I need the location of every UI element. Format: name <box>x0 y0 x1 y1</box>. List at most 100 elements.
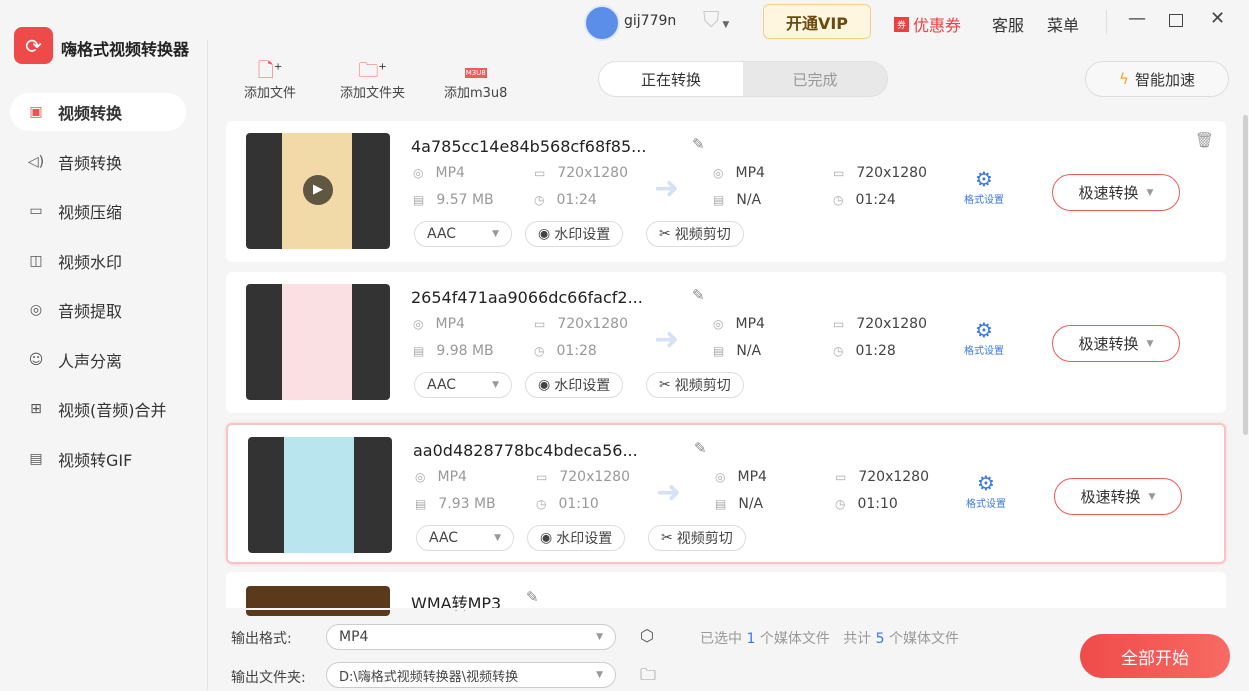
output-format-select[interactable]: MP4 ▼ <box>326 624 616 650</box>
service-link[interactable]: 客服 <box>992 12 1024 36</box>
sidebar-item-1[interactable]: ◁) 音频转换 <box>10 143 186 181</box>
fast-convert-button[interactable]: 极速转换 ▼ <box>1052 174 1180 211</box>
audio-icon: ◁) <box>27 153 45 170</box>
cut-button[interactable]: ✂ 视频剪切 <box>646 372 744 398</box>
watermark-icon: ◉ <box>538 226 551 242</box>
video-thumbnail[interactable] <box>246 586 390 616</box>
file-card[interactable]: WMA转MP3 ✎ <box>226 572 1226 616</box>
file-card[interactable]: 2654f471aa9066dc66facf2... ✎ ◎ MP4 ▭ 720x1… <box>226 272 1226 413</box>
scrollbar[interactable] <box>1243 115 1248 435</box>
add-m3u8-label: 添加m3u8 <box>444 86 508 101</box>
fast-convert-button[interactable]: 极速转换 ▼ <box>1054 478 1182 515</box>
close-icon[interactable]: ✕ <box>1210 8 1225 29</box>
clock-icon: ◷ <box>534 344 545 358</box>
sidebar-item-label: 音频转换 <box>58 153 123 173</box>
file-name: aa0d4828778bc4bdeca56... <box>413 441 638 460</box>
file-icon: ▤ <box>415 497 427 511</box>
menu-link[interactable]: 菜单 <box>1047 12 1079 36</box>
scissors-icon: ✂ <box>661 530 673 546</box>
sidebar-item-label: 视频转换 <box>58 104 123 123</box>
minimize-icon[interactable]: — <box>1128 8 1146 29</box>
video-thumbnail[interactable] <box>248 437 392 553</box>
format-icon: ◎ <box>713 166 724 180</box>
add-m3u8-button[interactable]: M3U8 添加m3u8 <box>444 56 507 101</box>
sidebar-divider <box>207 40 208 690</box>
clock-icon: ◷ <box>835 497 846 511</box>
scissors-icon: ✂ <box>659 226 671 242</box>
watermark-button[interactable]: ◉ 水印设置 <box>525 372 624 398</box>
file-card[interactable]: aa0d4828778bc4bdeca56... ✎ ◎ MP4 ▭ 720x128… <box>226 423 1226 564</box>
cut-button[interactable]: ✂ 视频剪切 <box>646 221 744 247</box>
smart-accelerate-button[interactable]: ϟ 智能加速 <box>1085 61 1229 97</box>
watermark-button[interactable]: ◉ 水印设置 <box>525 221 624 247</box>
output-folder-select[interactable]: D:\嗨格式视频转换器\视频转换 ▼ <box>326 662 616 688</box>
settings-icon[interactable]: ⬡ <box>640 626 654 645</box>
video-thumbnail[interactable] <box>246 284 390 400</box>
app-title: 嗨格式视频转换器 <box>61 40 190 59</box>
watermark-icon: ◉ <box>540 530 553 546</box>
voice-icon: ☺ <box>28 351 44 368</box>
chevron-down-icon: ▼ <box>492 229 499 239</box>
sidebar-item-3[interactable]: ◫ 视频水印 <box>10 242 186 280</box>
vip-level-icon[interactable]: ⛉ ▼ <box>703 8 729 33</box>
avatar[interactable] <box>584 5 620 41</box>
folder-icon[interactable]: 🗀 <box>640 664 656 691</box>
maximize-icon[interactable] <box>1169 14 1183 27</box>
audio-codec-select[interactable]: AAC ▼ <box>414 372 512 398</box>
audio-codec-select[interactable]: AAC ▼ <box>416 525 514 551</box>
add-folder-button[interactable]: 🗀+ 添加文件夹 <box>340 56 405 101</box>
sidebar-item-7[interactable]: ▤ 视频转GIF <box>10 440 186 478</box>
source-resolution: ▭ 720x1280 <box>536 469 630 485</box>
delete-icon[interactable]: 🗑 <box>1195 131 1214 149</box>
video-convert-icon: ▣ <box>29 104 43 120</box>
play-icon[interactable]: ▶ <box>303 175 333 205</box>
tab-done[interactable]: 已完成 <box>743 62 887 96</box>
sidebar-item-2[interactable]: ▭ 视频压缩 <box>10 192 186 230</box>
file-name: 4a785cc14e84b568cf68f85... <box>411 137 647 156</box>
audio-codec-select[interactable]: AAC ▼ <box>414 221 512 247</box>
coupon-link[interactable]: 券优惠券 <box>894 12 961 36</box>
extract-icon: ◎ <box>29 302 43 318</box>
edit-icon[interactable]: ✎ <box>692 135 705 153</box>
format-settings-button[interactable]: ⚙ 格式设置 <box>956 167 1012 206</box>
resolution-icon: ▭ <box>534 317 546 331</box>
chevron-down-icon: ▼ <box>596 632 603 642</box>
file-icon: ▤ <box>713 193 725 207</box>
sidebar-item-6[interactable]: ⊞ 视频(音频)合并 <box>10 390 186 428</box>
edit-icon[interactable]: ✎ <box>694 439 707 457</box>
source-format: ◎ MP4 <box>415 469 467 485</box>
lightning-icon: ϟ <box>1119 70 1129 88</box>
video-thumbnail[interactable]: ▶ <box>246 133 390 249</box>
edit-icon[interactable]: ✎ <box>526 588 539 606</box>
chevron-down-icon: ▼ <box>1146 338 1154 349</box>
sidebar-item-label: 音频提取 <box>58 302 123 321</box>
sidebar-item-4[interactable]: ◎ 音频提取 <box>10 291 186 329</box>
source-duration: ◷ 01:28 <box>534 343 597 359</box>
watermark-button[interactable]: ◉ 水印设置 <box>527 525 626 551</box>
sidebar-item-5[interactable]: ☺ 人声分离 <box>10 341 186 379</box>
selection-status: 已选中 1 个媒体文件 共计 5 个媒体文件 <box>700 631 960 647</box>
target-size: ▤ N/A <box>715 496 764 512</box>
file-card[interactable]: ▶ 4a785cc14e84b568cf68f85... ✎ ◎ MP4 ▭ 720… <box>226 121 1226 262</box>
source-resolution: ▭ 720x1280 <box>534 316 628 332</box>
arrow-right-icon: ➜ <box>654 322 680 357</box>
edit-icon[interactable]: ✎ <box>692 286 705 304</box>
format-settings-button[interactable]: ⚙ 格式设置 <box>956 318 1012 357</box>
chevron-down-icon: ▼ <box>596 670 603 680</box>
start-all-button[interactable]: 全部开始 <box>1080 634 1230 678</box>
fast-convert-button[interactable]: 极速转换 ▼ <box>1052 325 1180 362</box>
cut-button[interactable]: ✂ 视频剪切 <box>648 525 746 551</box>
source-duration: ◷ 01:10 <box>536 496 599 512</box>
tab-converting[interactable]: 正在转换 <box>599 62 743 96</box>
format-value: MP4 <box>339 629 369 645</box>
format-settings-button[interactable]: ⚙ 格式设置 <box>958 471 1014 510</box>
format-icon: ◎ <box>713 317 724 331</box>
username[interactable]: gij779n <box>624 13 676 29</box>
sidebar-item-0[interactable]: ▣ 视频转换 <box>10 93 186 131</box>
coupon-icon: 券 <box>894 16 910 32</box>
target-format: ◎ MP4 <box>713 316 765 332</box>
add-file-button[interactable]: 🗋+ 添加文件 <box>244 56 296 101</box>
target-resolution: ▭ 720x1280 <box>833 165 927 181</box>
vip-button[interactable]: 开通VIP <box>763 4 871 39</box>
add-folder-label: 添加文件夹 <box>340 86 406 101</box>
